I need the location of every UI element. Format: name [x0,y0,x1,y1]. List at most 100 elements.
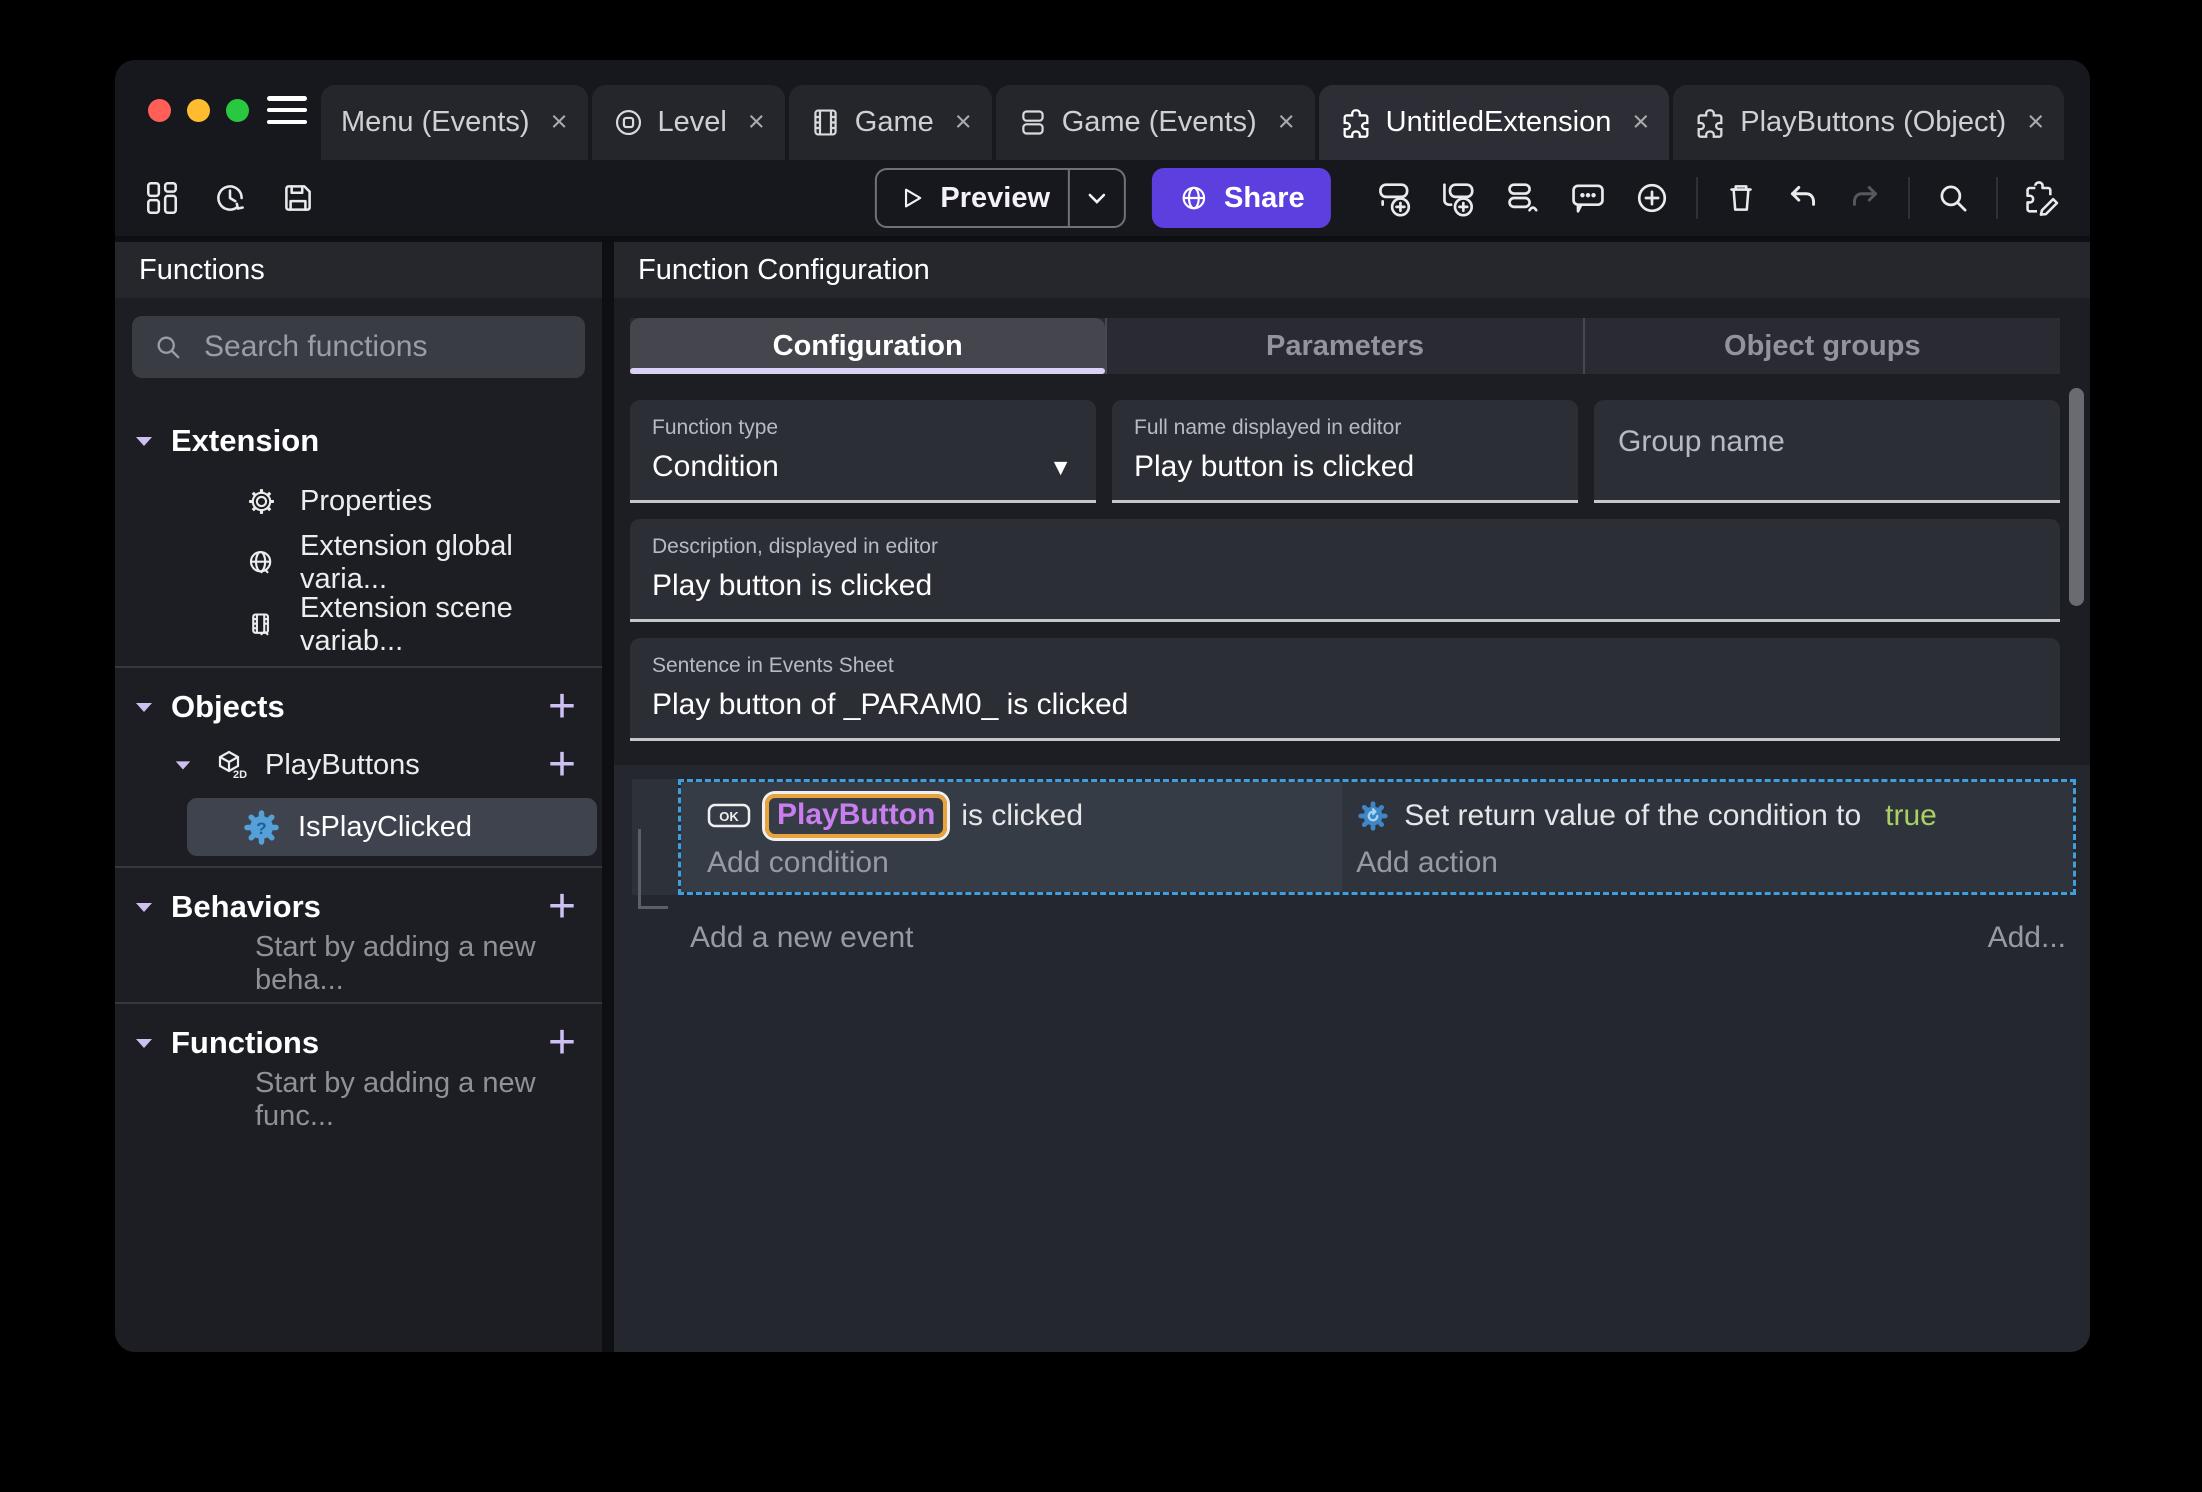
close-tab-icon[interactable]: × [2027,106,2044,139]
tab-configuration[interactable]: Configuration [630,318,1106,374]
condition-item[interactable]: OK PlayButton is clicked [707,792,1342,840]
tab-label: UntitledExtension [1385,106,1612,138]
tab-label: PlayButtons (Object) [1740,106,2007,138]
field-label: Function type [652,416,779,439]
event-tree-guide [638,829,668,909]
conditions-column: OK PlayButton is clicked Add condition [681,782,1343,892]
toolbar-divider [1996,177,1998,219]
event-row[interactable]: OK PlayButton is clicked Add condition S… [632,779,2076,895]
sidebar-item-extension-scene-variables[interactable]: Extension scene variab... [115,592,602,657]
trash-icon[interactable] [1722,179,1760,217]
field-label: Full name displayed in editor [1134,416,1402,439]
actions-column: Set return value of the condition to tru… [1342,782,2073,892]
preview-button[interactable]: Preview [874,168,1127,228]
vertical-scrollbar[interactable] [2069,388,2084,606]
action-item[interactable]: Set return value of the condition to tru… [1356,792,2073,840]
condition-text: is clicked [961,799,1084,832]
add-object-button[interactable]: + [548,683,576,731]
tab-label: Object groups [1724,329,1921,362]
edit-extension-icon[interactable] [2022,178,2062,218]
undo-icon[interactable] [1784,179,1822,217]
tab-untitled-extension[interactable]: UntitledExtension × [1318,85,1670,160]
group-name-field[interactable] [1594,400,2060,503]
behaviors-empty-hint[interactable]: Start by adding a new beha... [115,931,602,996]
chevron-down-icon [136,437,152,446]
save-icon[interactable] [279,179,317,217]
section-extension[interactable]: Extension [115,412,602,470]
ok-button-icon: OK [707,803,751,828]
add-comment-icon[interactable] [1568,178,1608,218]
add-other-events-icon[interactable] [1504,178,1544,218]
add-condition-button[interactable]: Add condition [707,846,1342,880]
description-field[interactable]: Description, displayed in editor Play bu… [630,519,2060,622]
close-tab-icon[interactable]: × [551,106,568,139]
close-tab-icon[interactable]: × [1632,106,1649,139]
extension-puzzle-icon [1339,106,1373,140]
tab-menu-events[interactable]: Menu (Events) × [321,85,588,160]
select-caret-icon[interactable]: ▼ [1049,454,1074,481]
tab-game-events[interactable]: Game (Events) × [995,85,1315,160]
preview-label: Preview [940,181,1051,214]
sidebar-body: Extension Properties Extension global va… [115,298,602,1352]
section-behaviors[interactable]: Behaviors + [115,878,602,936]
sidebar-item-playbuttons[interactable]: 2D PlayButtons + [115,736,602,794]
selected-event[interactable]: OK PlayButton is clicked Add condition S… [678,779,2076,895]
add-action-button[interactable]: Add action [1356,846,2073,880]
full-name-field[interactable]: Full name displayed in editor Play butto… [1112,400,1578,503]
zoom-window-button[interactable] [226,98,249,122]
add-event-row: Add a new event Add... [632,921,2076,955]
object-chip[interactable]: PlayButton [765,794,948,838]
tab-parameters[interactable]: Parameters [1105,318,1582,374]
sidebar-item-properties[interactable]: Properties [115,470,602,532]
tab-level[interactable]: Level × [591,85,785,160]
add-circle-icon[interactable] [1632,178,1672,218]
section-functions[interactable]: Functions + [115,1014,602,1072]
add-function-button[interactable]: + [548,1019,576,1067]
sidebar-item-isplayclicked[interactable]: ? IsPlayClicked [187,798,597,856]
section-objects[interactable]: Objects + [115,678,602,736]
add-more-button[interactable]: Add... [1988,921,2066,955]
redo-icon[interactable] [1846,179,1884,217]
close-window-button[interactable] [148,98,171,122]
close-tab-icon[interactable]: × [1278,106,1295,139]
search-box[interactable] [132,316,592,378]
svg-text:2D: 2D [233,769,247,781]
tab-game[interactable]: Game × [788,85,992,160]
sentence-field[interactable]: Sentence in Events Sheet Play button of … [630,638,2060,741]
minimize-window-button[interactable] [187,98,210,122]
project-manager-icon[interactable] [143,179,181,217]
sidebar-item-extension-global-variables[interactable]: Extension global varia... [115,530,602,595]
add-behavior-button[interactable]: + [548,883,576,931]
sidebar-header: Functions [115,242,602,298]
search-input[interactable] [202,329,592,365]
events-sheet-icon [1016,106,1049,139]
history-icon[interactable] [211,179,249,217]
screenshot-background: Menu (Events) × Level × Game × Game (Eve… [0,0,2202,1492]
tab-playbuttons-object[interactable]: PlayButtons (Object) × [1673,85,2065,160]
svg-text:OK: OK [719,809,739,824]
scene-variable-icon [245,609,278,642]
close-tab-icon[interactable]: × [955,106,972,139]
share-button[interactable]: Share [1152,168,1331,228]
action-value: true [1885,799,1937,832]
extension-puzzle-icon [1693,106,1727,140]
close-tab-icon[interactable]: × [748,106,765,139]
field-label: Description, displayed in editor [652,535,938,558]
item-label: Extension scene variab... [300,592,513,657]
preview-dropdown[interactable] [1068,170,1124,226]
add-subevent-icon[interactable] [1440,178,1480,218]
add-new-event-button[interactable]: Add a new event [690,921,914,955]
tab-label: Game [854,106,934,138]
search-icon[interactable] [1934,179,1972,217]
add-event-icon[interactable] [1376,178,1416,218]
tab-label: Level [657,106,727,138]
group-name-input[interactable] [1616,424,2038,460]
main-menu-icon[interactable] [267,96,307,124]
preview-main[interactable]: Preview [876,170,1068,226]
functions-tree: Extension Properties Extension global va… [115,412,602,1132]
function-type-select[interactable]: Function type Condition ▼ [630,400,1096,503]
chevron-down-icon [1088,193,1106,204]
add-object-function-button[interactable]: + [548,741,576,789]
functions-empty-hint[interactable]: Start by adding a new func... [115,1067,602,1132]
tab-object-groups[interactable]: Object groups [1582,318,2060,374]
